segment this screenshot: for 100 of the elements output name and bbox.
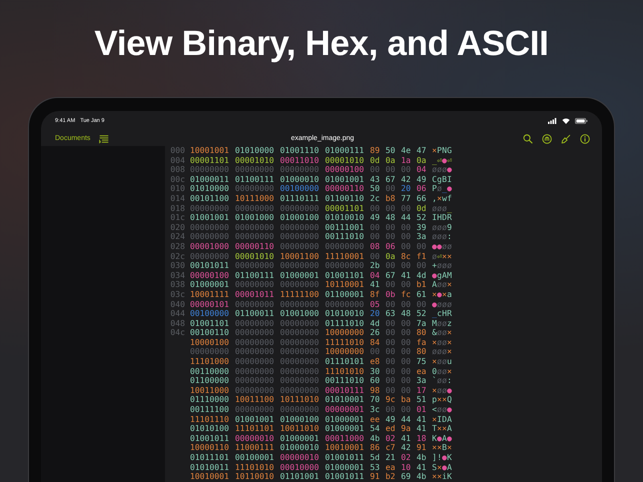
brush-icon[interactable] (561, 134, 572, 144)
ascii-char: ø (442, 280, 447, 290)
hex-value: 00 (401, 357, 412, 367)
ascii-char: g (437, 174, 442, 184)
binary-value: 01000100 (280, 414, 320, 424)
ascii-char: R (447, 309, 452, 319)
hex-value: c7 (386, 443, 396, 453)
binary-value: 01100111 (235, 270, 275, 280)
hex-value: 48 (386, 213, 396, 223)
ascii-char: × (432, 146, 437, 156)
hex-value: 2b (370, 261, 381, 271)
hex-value: ba (401, 395, 412, 406)
ascii-char: M (447, 270, 452, 280)
ascii-char: ø (442, 386, 447, 396)
binary-value: 10010001 (190, 472, 230, 482)
search-icon[interactable] (523, 134, 534, 144)
binary-value: 00000000 (280, 318, 320, 328)
binary-value: 01110000 (190, 395, 230, 406)
hex-value: 02 (401, 453, 412, 463)
hex-value: 20 (401, 184, 412, 194)
binary-value: 00000000 (235, 386, 275, 396)
ascii-char: × (437, 462, 442, 472)
ascii-char: ● (442, 156, 447, 166)
hex-value: 00 (401, 232, 412, 242)
binary-value: 00000000 (280, 386, 320, 396)
binary-value: 01010100 (190, 424, 230, 434)
hex-value: 77 (401, 194, 412, 204)
binary-value: 10001001 (190, 146, 230, 156)
binary-value: 01001000 (280, 309, 320, 319)
ascii-char: I (437, 414, 442, 424)
hex-value: 00 (386, 261, 396, 271)
ascii-char: ● (437, 290, 442, 300)
ascii-char: ø (442, 328, 447, 338)
wifi-icon (562, 118, 570, 124)
hex-value: ee (370, 414, 381, 424)
hex-value: 00 (386, 204, 396, 214)
binary-value: 01000111 (325, 146, 365, 156)
binary-value: 01110101 (325, 357, 365, 367)
hex-value: 20 (370, 309, 381, 319)
list-icon[interactable] (99, 134, 110, 144)
ascii-char: p (432, 395, 437, 406)
ascii-char: : (447, 376, 452, 386)
binary-value: 00100000 (280, 184, 320, 194)
ascii-char: : (447, 232, 452, 242)
binary-value: 01010001 (325, 395, 365, 406)
hex-value: 00 (386, 386, 396, 396)
ascii-char: ø (437, 222, 442, 232)
binary-value: 01100111 (235, 174, 275, 184)
ascii-char: ● (447, 165, 452, 175)
ascii-char: ø (437, 184, 442, 194)
dial-icon[interactable] (542, 134, 552, 144)
binary-value: 00000000 (280, 232, 320, 242)
hex-value: 01 (416, 405, 428, 415)
ascii-char: ø (442, 366, 447, 376)
binary-value: 00001010 (235, 156, 275, 166)
binary-value: 00101011 (190, 261, 230, 271)
hex-value: 51 (416, 395, 428, 406)
hex-value: 00 (386, 376, 396, 386)
ascii-char: ● (442, 462, 447, 472)
hex-value: 06 (386, 242, 396, 252)
hex-value: 67 (386, 270, 396, 280)
binary-value: 01110111 (280, 194, 320, 204)
ascii-char: ● (447, 405, 452, 415)
hex-value: 70 (370, 395, 381, 406)
ascii-char: ø (437, 366, 442, 376)
binary-value: 01010010 (325, 309, 365, 319)
ascii-char: ● (447, 434, 452, 444)
offset-label: 014 (169, 194, 185, 204)
headline: View Binary, Hex, and ASCII (93, 23, 550, 65)
binary-value: 01001011 (325, 472, 365, 482)
ascii-char: ` (432, 376, 437, 386)
ascii-char: I (432, 213, 437, 223)
ascii-char: P (432, 184, 437, 194)
ascii-char: ● (432, 242, 437, 252)
binary-value: 00000000 (235, 318, 275, 328)
hex-value: 00 (386, 280, 396, 290)
hex-value: ea (416, 366, 428, 376)
ascii-char: g (437, 270, 442, 280)
binary-value: 00101100 (190, 194, 230, 204)
info-icon[interactable] (580, 134, 590, 144)
offset-label: 020 (169, 222, 185, 232)
offset-label: 03c (169, 290, 185, 300)
hex-value: 00 (401, 261, 412, 271)
hex-value: 00 (386, 300, 396, 310)
hex-value: 1a (401, 156, 412, 166)
ascii-char: × (432, 414, 437, 424)
ascii-char: ø (442, 261, 447, 271)
hex-value: 48 (401, 309, 412, 319)
ascii-char: × (442, 290, 447, 300)
hex-value: 00 (370, 347, 381, 358)
hex-value: 00 (370, 165, 381, 175)
ascii-char: _ (432, 156, 437, 166)
ascii-char: K (432, 434, 437, 444)
hex-value: 91 (416, 443, 428, 453)
ascii-char: ø (437, 318, 442, 328)
binary-value: 01000001 (280, 434, 320, 444)
hex-value: 04 (416, 165, 428, 175)
binary-value: 10000110 (190, 443, 230, 453)
binary-value: 11101101 (235, 424, 275, 434)
ascii-char: ● (432, 300, 437, 310)
